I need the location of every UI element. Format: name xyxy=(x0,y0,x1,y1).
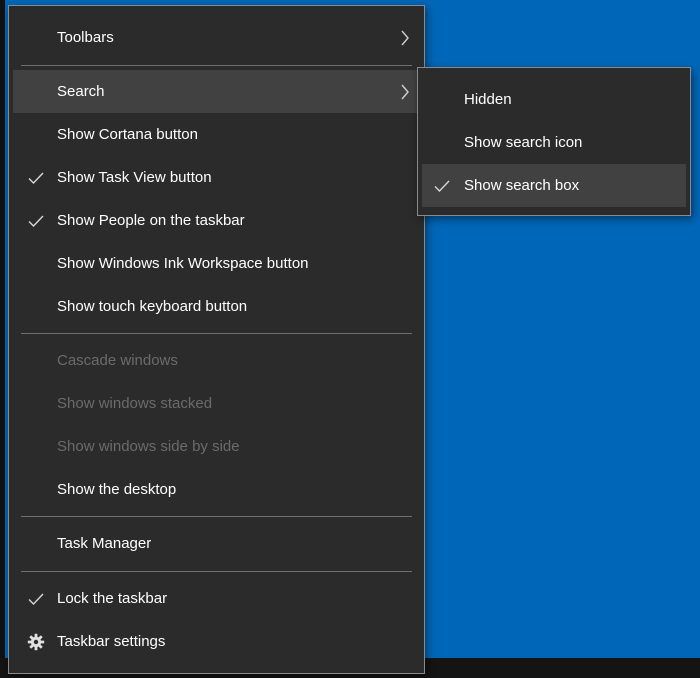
checkmark-icon xyxy=(26,199,46,242)
menu-item-lock-taskbar[interactable]: Lock the taskbar xyxy=(13,577,420,620)
left-edge-strip xyxy=(0,0,5,678)
search-submenu: Hidden Show search icon Show search box xyxy=(417,67,691,216)
gear-icon xyxy=(26,620,46,663)
chevron-right-icon xyxy=(398,16,412,59)
taskbar-context-menu: Toolbars Search Show Cortana button Show… xyxy=(8,5,425,674)
menu-separator xyxy=(21,571,412,572)
menu-item-label: Toolbars xyxy=(57,29,114,46)
menu-item-label: Show Windows Ink Workspace button xyxy=(57,255,309,272)
menu-item-label: Show the desktop xyxy=(57,481,177,498)
menu-item-label: Show windows side by side xyxy=(57,438,240,455)
menu-item-label: Lock the taskbar xyxy=(57,590,168,607)
checkmark-icon xyxy=(26,156,46,199)
menu-item-label: Task Manager xyxy=(57,535,152,552)
checkmark-icon xyxy=(432,164,452,207)
menu-item-show-people[interactable]: Show People on the taskbar xyxy=(13,199,420,242)
menu-item-label: Hidden xyxy=(464,91,512,108)
submenu-item-hidden[interactable]: Hidden xyxy=(422,78,686,121)
menu-item-label: Taskbar settings xyxy=(57,633,166,650)
menu-item-search[interactable]: Search xyxy=(13,70,420,113)
menu-item-label: Search xyxy=(57,83,105,100)
menu-item-toolbars[interactable]: Toolbars xyxy=(13,16,420,59)
menu-item-label: Show windows stacked xyxy=(57,395,213,412)
chevron-right-icon xyxy=(398,70,412,113)
menu-separator xyxy=(21,333,412,334)
menu-item-show-ink-workspace[interactable]: Show Windows Ink Workspace button xyxy=(13,242,420,285)
submenu-item-show-search-icon[interactable]: Show search icon xyxy=(422,121,686,164)
submenu-item-show-search-box[interactable]: Show search box xyxy=(422,164,686,207)
menu-item-label: Show search icon xyxy=(464,134,583,151)
menu-item-label: Show Cortana button xyxy=(57,126,198,143)
menu-item-show-cortana[interactable]: Show Cortana button xyxy=(13,113,420,156)
menu-item-label: Cascade windows xyxy=(57,352,178,369)
menu-separator xyxy=(21,65,412,66)
menu-item-taskbar-settings[interactable]: Taskbar settings xyxy=(13,620,420,663)
menu-item-cascade-windows: Cascade windows xyxy=(13,339,420,382)
menu-item-task-manager[interactable]: Task Manager xyxy=(13,522,420,565)
menu-item-show-stacked: Show windows stacked xyxy=(13,382,420,425)
menu-item-show-desktop[interactable]: Show the desktop xyxy=(13,468,420,511)
checkmark-icon xyxy=(26,577,46,620)
menu-item-label: Show touch keyboard button xyxy=(57,298,248,315)
menu-item-label: Show Task View button xyxy=(57,169,212,186)
menu-item-show-task-view[interactable]: Show Task View button xyxy=(13,156,420,199)
menu-separator xyxy=(21,516,412,517)
menu-item-show-touch-keyboard[interactable]: Show touch keyboard button xyxy=(13,285,420,328)
menu-item-show-side-by-side: Show windows side by side xyxy=(13,425,420,468)
menu-item-label: Show search box xyxy=(464,177,580,194)
menu-item-label: Show People on the taskbar xyxy=(57,212,245,229)
